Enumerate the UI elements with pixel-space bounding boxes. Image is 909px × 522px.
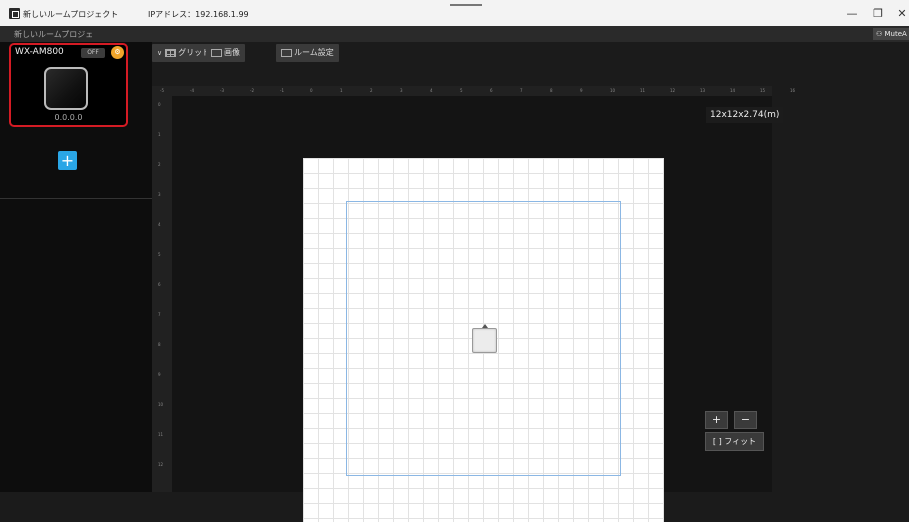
- ruler-top-label: 5: [460, 88, 463, 93]
- ruler-left-label: 9: [158, 372, 161, 377]
- title-bar: 新しいルームプロジェクト IPアドレス：192.168.1.99 — ❐ ✕: [0, 0, 909, 26]
- ruler-left: 0 1 2 3 4 5 6 7 8 9 10 11 12: [152, 96, 172, 492]
- add-device-button[interactable]: +: [58, 151, 77, 170]
- ruler-left-label: 4: [158, 222, 161, 227]
- ruler-top-label: 2: [370, 88, 373, 93]
- ruler-top-label: 11: [640, 88, 646, 93]
- app-title: 新しいルームプロジェクト: [23, 10, 119, 19]
- ruler-left-label: 0: [158, 102, 161, 107]
- fit-icon: [ ]: [712, 437, 722, 446]
- ruler-left-label: 3: [158, 192, 161, 197]
- ruler-left-label: 7: [158, 312, 161, 317]
- image-icon: [211, 48, 222, 57]
- ruler-top-label: 3: [400, 88, 403, 93]
- room-settings-button[interactable]: ルーム設定: [276, 44, 339, 62]
- ruler-top-label: -4: [190, 88, 194, 93]
- ruler-left-label: 8: [158, 342, 161, 347]
- project-name[interactable]: 新しいルームプロジェ: [14, 29, 93, 40]
- settings-icon[interactable]: ⚙: [111, 46, 124, 59]
- device-ip: 0.0.0.0: [54, 113, 83, 122]
- drag-handle-icon[interactable]: [450, 4, 482, 6]
- zoom-in-button[interactable]: +: [705, 411, 728, 429]
- ruler-top-label: 13: [700, 88, 706, 93]
- ruler-left-label: 2: [158, 162, 161, 167]
- ruler-top-label: 14: [730, 88, 736, 93]
- room-floor[interactable]: [303, 158, 664, 522]
- ruler-top: -5 -4 -3 -2 -1 0 1 2 3 4 5 6 7 8 9 10 11 12 13 14 15 16: [152, 86, 795, 96]
- device-image: [44, 67, 88, 110]
- ruler-left-label: 11: [158, 432, 164, 437]
- ruler-top-label: 8: [550, 88, 553, 93]
- ruler-top-label: 16: [790, 88, 796, 93]
- canvas[interactable]: [172, 96, 772, 522]
- grid-icon: [165, 48, 177, 57]
- ruler-top-label: 1: [340, 88, 343, 93]
- device-card[interactable]: WX-AM800 OFF ⚙ 0.0.0.0: [9, 43, 128, 127]
- user-icon: ⚇: [876, 30, 885, 38]
- ruler-top-label: -1: [280, 88, 284, 93]
- ruler-top-label: 0: [310, 88, 313, 93]
- ruler-left-label: 6: [158, 282, 161, 287]
- workspace: -5 -4 -3 -2 -1 0 1 2 3 4 5 6 7 8 9 10 11 12 13 14 15 16 01234…: [152, 66, 909, 522]
- app-icon: [9, 8, 20, 19]
- user-badge[interactable]: ⚇ MuteA: [873, 28, 909, 40]
- ruler-top-label: 9: [580, 88, 583, 93]
- ruler-top-label: -2: [250, 88, 254, 93]
- ruler-top-label: 7: [520, 88, 523, 93]
- device-sidebar: WX-AM800 OFF ⚙ 0.0.0.0 +: [0, 42, 152, 492]
- project-bar: 新しいルームプロジェ ⚇ MuteA: [0, 26, 909, 42]
- status-badge: OFF: [81, 48, 105, 58]
- ruler-top-label: 4: [430, 88, 433, 93]
- ip-address-label: IPアドレス：192.168.1.99: [148, 10, 249, 19]
- close-button[interactable]: ✕: [895, 7, 909, 21]
- image-label: 画像: [224, 48, 240, 57]
- chevron-down-icon: ∨: [157, 49, 163, 57]
- ruler-top-label: -3: [220, 88, 224, 93]
- zoom-out-button[interactable]: −: [734, 411, 757, 429]
- ruler-left-label: 12: [158, 462, 164, 467]
- ruler-left-label: 5: [158, 252, 161, 257]
- image-button[interactable]: 画像: [206, 44, 245, 62]
- ruler-top-label: 15: [760, 88, 766, 93]
- fit-button[interactable]: [ ] フィット: [705, 432, 764, 451]
- room-settings-label: ルーム設定: [294, 48, 334, 57]
- device-name: WX-AM800: [15, 47, 64, 57]
- ruler-top-label: 10: [610, 88, 616, 93]
- minimize-button[interactable]: —: [845, 7, 859, 21]
- ruler-top-label: -5: [160, 88, 164, 93]
- ruler-left-label: 1: [158, 132, 161, 137]
- maximize-button[interactable]: ❐: [871, 7, 885, 21]
- toolbar: ∨ グリッド 画像 ルーム設定: [152, 42, 909, 66]
- user-label: MuteA: [884, 30, 907, 38]
- ruler-top-label: 6: [490, 88, 493, 93]
- ruler-left-label: 10: [158, 402, 164, 407]
- room-settings-icon: [281, 48, 292, 57]
- ruler-top-label: 12: [670, 88, 676, 93]
- ceiling-mic-device[interactable]: [472, 324, 497, 353]
- sidebar-divider: [0, 198, 152, 199]
- room-dimensions: 12x12x2.74(m): [706, 107, 784, 123]
- fit-label: フィット: [724, 437, 757, 446]
